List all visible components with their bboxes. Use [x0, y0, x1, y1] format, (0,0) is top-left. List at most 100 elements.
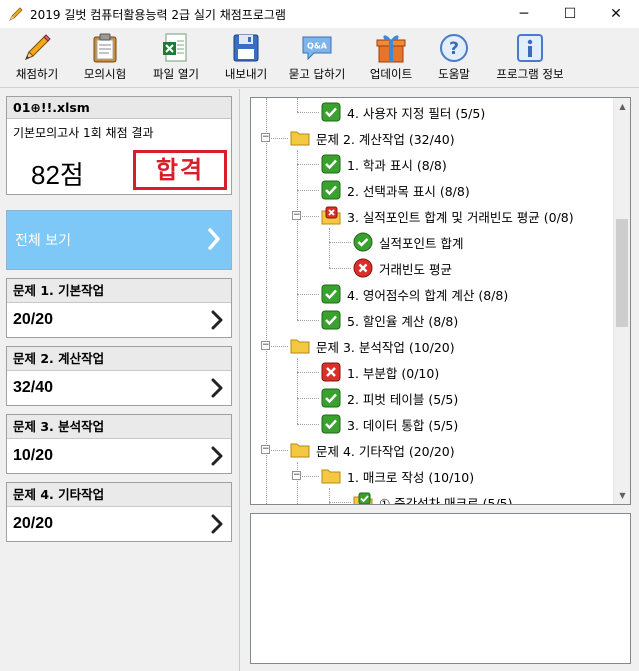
scroll-thumb[interactable] [616, 219, 628, 327]
tree-connector [297, 190, 319, 191]
qa-bubble-icon: Q&A [300, 32, 334, 64]
tree-item[interactable]: 실적포인트 합계 [353, 229, 463, 255]
chevron-right-icon [211, 514, 223, 537]
error-icon [321, 362, 341, 382]
folder-icon [290, 440, 310, 460]
tree-item-label: 4. 사용자 지정 필터 (5/5) [347, 105, 486, 121]
tree-connector [297, 112, 319, 113]
detail-panel [250, 513, 631, 664]
error-circle-icon [353, 258, 373, 278]
folder-check-icon [353, 492, 373, 504]
help-label: 도움말 [438, 67, 470, 81]
tree-item[interactable]: 1. 학과 표시 (8/8) [321, 151, 447, 177]
tree-item[interactable]: 3. 데이터 통합 (5/5) [321, 411, 458, 437]
view-all-label: 전체 보기 [15, 233, 71, 249]
clipboard-icon [88, 32, 122, 64]
tree-connector [329, 242, 351, 243]
excel-file-icon [159, 32, 193, 64]
tree-item[interactable]: 3. 실적포인트 합계 및 거래빈도 평균 (0/8) [321, 203, 574, 229]
file-result-card: 01⊕!!.xlsm 기본모의고사 1회 채점 결과 82점 합격 [6, 96, 232, 195]
scroll-up-arrow-icon[interactable]: ▲ [614, 98, 630, 115]
tree-item[interactable]: 4. 영어점수의 합계 계산 (8/8) [321, 281, 508, 307]
app-pencil-icon [8, 6, 24, 22]
tree-item[interactable]: 4. 사용자 지정 필터 (5/5) [321, 99, 485, 125]
problem-card-3[interactable]: 문제 3. 분석작업 10/20 [6, 414, 232, 474]
tree-item[interactable]: 1. 부분합 (0/10) [321, 359, 439, 385]
chevron-right-icon [211, 310, 223, 333]
tree-item-label: 문제 2. 계산작업 (32/40) [316, 131, 455, 147]
tree-item-label: 1. 매크로 작성 (10/10) [347, 469, 475, 485]
total-score: 82점 [31, 160, 84, 190]
tree-item[interactable]: 1. 매크로 작성 (10/10) [321, 463, 474, 489]
export-label: 내보내기 [224, 67, 268, 81]
help-icon: ? [437, 32, 471, 64]
problem-title: 문제 3. 분석작업 [7, 415, 231, 439]
tree-connector [329, 268, 351, 269]
collapse-toggle[interactable]: − [292, 471, 301, 480]
program-info-button[interactable]: 프로그램 정보 [484, 28, 576, 88]
tree-connector [297, 372, 319, 373]
open-file-button[interactable]: 파일 열기 [136, 28, 216, 88]
qa-button[interactable]: Q&A 묻고 답하기 [276, 28, 358, 88]
tree-connector [297, 462, 298, 504]
chevron-right-icon [211, 378, 223, 401]
update-button[interactable]: 업데이트 [358, 28, 424, 88]
tree-connector [297, 424, 319, 425]
problem-card-1[interactable]: 문제 1. 기본작업 20/20 [6, 278, 232, 338]
tree-item[interactable]: 2. 선택과목 표시 (8/8) [321, 177, 470, 203]
folder-icon [290, 128, 310, 148]
result-tree: − − − − − 4. 사용자 지정 필터 (5/5) 문제 2. 계산작업 … [251, 98, 614, 504]
tree-item[interactable]: 문제 3. 분석작업 (10/20) [290, 333, 455, 359]
help-button[interactable]: ? 도움말 [424, 28, 484, 88]
tree-item[interactable]: ① 중간석차 매크로 (5/5) [353, 489, 513, 504]
tree-item-label: 1. 학과 표시 (8/8) [347, 157, 447, 173]
tree-item[interactable]: 문제 4. 기타작업 (20/20) [290, 437, 455, 463]
window-title: 2019 길벗 컴퓨터활용능력 2급 실기 채점프로그램 [30, 7, 286, 22]
qa-label: 묻고 답하기 [288, 67, 346, 81]
problem-score: 10/20 [13, 447, 54, 464]
tree-connector [297, 398, 319, 399]
collapse-toggle[interactable]: − [261, 445, 270, 454]
tree-item-label: 5. 할인율 계산 (8/8) [347, 313, 459, 329]
problem-title: 문제 2. 계산작업 [7, 347, 231, 371]
folder-icon [321, 466, 341, 486]
grade-label: 채점하기 [15, 67, 59, 81]
problem-card-2[interactable]: 문제 2. 계산작업 32/40 [6, 346, 232, 406]
file-name: 01⊕!!.xlsm [7, 97, 231, 119]
tree-item-label: 문제 3. 분석작업 (10/20) [316, 339, 455, 355]
tree-item[interactable]: 2. 피벗 테이블 (5/5) [321, 385, 458, 411]
problem-score: 20/20 [13, 515, 54, 532]
folder-error-icon [321, 206, 341, 226]
problem-score: 32/40 [13, 379, 54, 396]
tree-item[interactable]: 5. 할인율 계산 (8/8) [321, 307, 458, 333]
collapse-toggle[interactable]: − [261, 133, 270, 142]
tree-scrollbar[interactable]: ▲ ▼ [613, 98, 630, 504]
tree-connector [329, 228, 330, 268]
view-all-button[interactable]: 전체 보기 [6, 210, 232, 270]
tree-item[interactable]: 거래빈도 평균 [353, 255, 452, 281]
minimize-button[interactable]: ─ [501, 0, 547, 28]
close-button[interactable]: ✕ [593, 0, 639, 28]
grade-button[interactable]: 채점하기 [0, 28, 74, 88]
problem-card-4[interactable]: 문제 4. 기타작업 20/20 [6, 482, 232, 542]
info-icon [513, 32, 547, 64]
collapse-toggle[interactable]: − [292, 211, 301, 220]
tree-connector [297, 358, 298, 424]
mock-exam-label: 모의시험 [83, 67, 127, 81]
update-label: 업데이트 [369, 67, 413, 81]
maximize-button[interactable]: ☐ [547, 0, 593, 28]
gift-box-icon [374, 32, 408, 64]
tree-item[interactable]: 문제 2. 계산작업 (32/40) [290, 125, 455, 151]
tree-connector [297, 320, 319, 321]
open-file-label: 파일 열기 [153, 67, 199, 81]
check-icon [321, 388, 341, 408]
problem-title: 문제 4. 기타작업 [7, 483, 231, 507]
folder-icon [290, 336, 310, 356]
mock-exam-button[interactable]: 모의시험 [74, 28, 136, 88]
tree-item-label: 2. 피벗 테이블 (5/5) [347, 391, 459, 407]
collapse-toggle[interactable]: − [261, 341, 270, 350]
tree-item-label: 3. 실적포인트 합계 및 거래빈도 평균 (0/8) [347, 209, 574, 225]
export-button[interactable]: 내보내기 [216, 28, 276, 88]
result-title: 기본모의고사 1회 채점 결과 [13, 126, 154, 140]
scroll-down-arrow-icon[interactable]: ▼ [614, 487, 630, 504]
